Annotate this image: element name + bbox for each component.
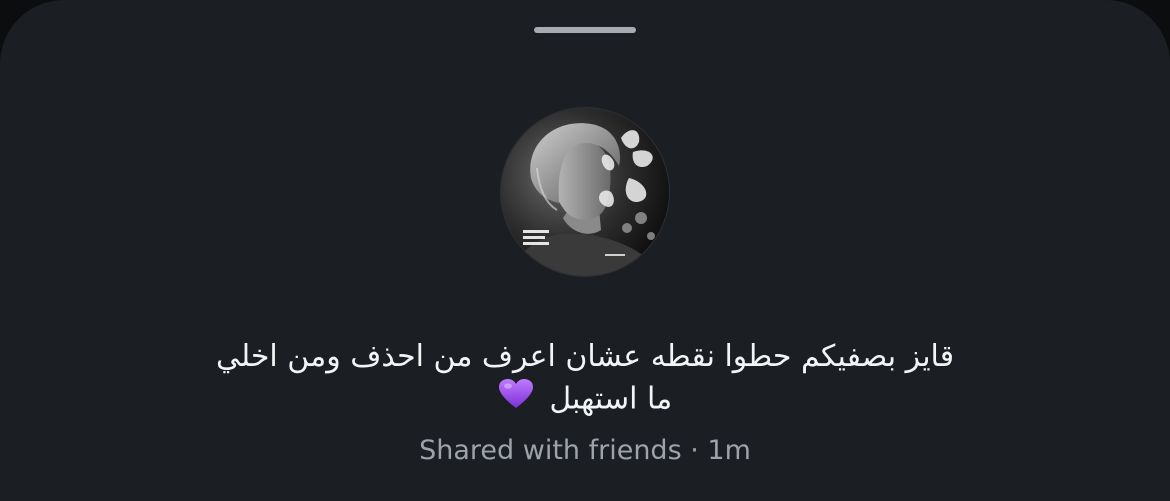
purple-heart-icon bbox=[498, 378, 534, 422]
sheet-grabber-handle[interactable] bbox=[534, 27, 636, 33]
avatar-image bbox=[501, 108, 669, 276]
story-text: قايز بصفيكم حطوا نقطه عشان اعرف من احذف … bbox=[100, 336, 1070, 422]
bottom-sheet: قايز بصفيكم حطوا نقطه عشان اعرف من احذف … bbox=[0, 0, 1170, 501]
audience-label: Shared with friends bbox=[419, 435, 682, 466]
meta-separator: · bbox=[690, 435, 699, 466]
avatar[interactable] bbox=[501, 108, 669, 276]
share-meta: Shared with friends · 1m bbox=[0, 432, 1170, 470]
story-text-line-1: قايز بصفيكم حطوا نقطه عشان اعرف من احذف … bbox=[215, 339, 955, 374]
timestamp: 1m bbox=[707, 435, 751, 466]
story-text-line-2-label: ما استهبل bbox=[549, 381, 673, 417]
story-text-line-2: ما استهبل bbox=[100, 378, 1070, 422]
